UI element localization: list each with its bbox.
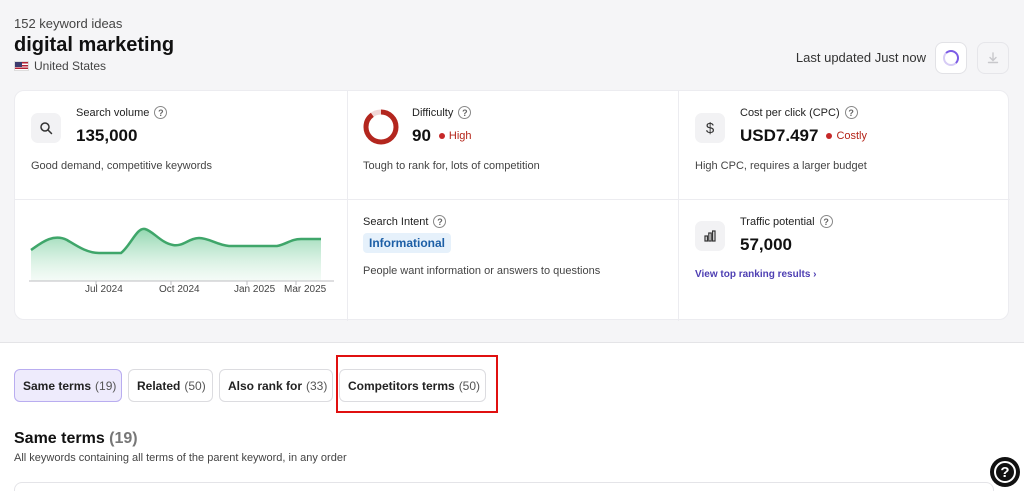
cpc-value: USD7.497 — [740, 126, 819, 145]
loading-spinner-icon — [943, 50, 959, 66]
keyword-ideas-count: 152 keyword ideas — [14, 16, 123, 31]
dollar-icon: $ — [705, 119, 715, 137]
cpc-badge: Costly — [826, 130, 867, 142]
difficulty-value: 90 — [412, 126, 431, 145]
view-top-ranking-link[interactable]: View top ranking results › — [695, 269, 817, 280]
last-updated-text: Last updated Just now — [795, 50, 926, 65]
search-intent-description: People want information or answers to qu… — [363, 265, 601, 277]
difficulty-label-text: Difficulty — [412, 106, 454, 119]
x-tick-label: Jul 2024 — [85, 284, 123, 295]
x-tick-label: Mar 2025 — [284, 284, 327, 295]
country-selector[interactable]: United States — [14, 59, 106, 73]
help-icon[interactable]: ? — [844, 106, 858, 119]
search-icon — [40, 122, 53, 135]
cpc-label-text: Cost per click (CPC) — [740, 106, 840, 119]
download-button[interactable] — [977, 42, 1009, 74]
search-intent-label: Search Intent ? — [363, 215, 447, 228]
divider — [678, 91, 679, 321]
difficulty-value-row: 90 High — [412, 126, 472, 146]
cpc-value-row: USD7.497 Costly — [740, 126, 867, 146]
status-dot-icon — [826, 133, 833, 139]
divider — [15, 199, 1010, 200]
section-title-text: Same terms — [14, 430, 105, 447]
help-icon[interactable]: ? — [458, 106, 472, 119]
trend-area — [31, 228, 321, 281]
difficulty-badge: High — [438, 130, 472, 142]
cpc-description: High CPC, requires a larger budget — [695, 160, 867, 172]
divider — [347, 91, 348, 321]
search-volume-label: Search volume ? — [76, 106, 168, 119]
results-table — [14, 482, 994, 491]
tab-label: Same terms — [23, 378, 92, 393]
bar-chart-icon — [704, 230, 716, 242]
tab-label: Related — [137, 378, 181, 393]
search-volume-description: Good demand, competitive keywords — [31, 160, 212, 172]
cpc-label: Cost per click (CPC) ? — [740, 106, 858, 119]
country-label: United States — [34, 59, 107, 73]
x-tick-label: Oct 2024 — [159, 284, 200, 295]
traffic-icon-box — [695, 221, 725, 251]
difficulty-label: Difficulty ? — [412, 106, 472, 119]
cpc-icon-box: $ — [695, 113, 725, 143]
help-icon[interactable]: ? — [433, 215, 447, 228]
traffic-potential-label: Traffic potential ? — [740, 215, 833, 228]
tab-also-rank-for[interactable]: Also rank for (33) — [219, 369, 333, 402]
help-icon[interactable]: ? — [819, 215, 833, 228]
help-icon[interactable]: ? — [154, 106, 168, 119]
difficulty-gauge — [363, 109, 399, 145]
search-volume-value: 135,000 — [76, 126, 138, 145]
tab-count: (19) — [95, 378, 117, 393]
keyword-overview-panel: 152 keyword ideas digital marketing Unit… — [0, 0, 1024, 343]
us-flag-icon — [14, 61, 29, 71]
traffic-potential-value: 57,000 — [740, 235, 792, 254]
search-intent-label-text: Search Intent — [363, 215, 429, 228]
cpc-badge-text: Costly — [836, 130, 867, 142]
search-volume-icon-box — [31, 113, 61, 143]
difficulty-badge-text: High — [448, 130, 472, 142]
x-tick-label: Jan 2025 — [234, 284, 276, 295]
keyword-title: digital marketing — [14, 34, 175, 56]
refresh-button[interactable] — [935, 42, 967, 74]
traffic-potential-label-text: Traffic potential — [740, 215, 815, 228]
tab-count: (50) — [184, 378, 206, 393]
section-subtitle: All keywords containing all terms of the… — [14, 452, 347, 464]
section-title: Same terms (19) — [14, 430, 138, 448]
help-button[interactable]: ? — [990, 457, 1020, 487]
tab-related[interactable]: Related (50) — [128, 369, 213, 402]
section-count: (19) — [109, 430, 138, 447]
status-dot-icon — [438, 133, 445, 139]
search-volume-label-text: Search volume — [76, 106, 150, 119]
tab-same-terms[interactable]: Same terms (19) — [14, 369, 122, 402]
tab-label: Also rank for — [228, 378, 303, 393]
question-icon: ? — [994, 461, 1016, 483]
difficulty-description: Tough to rank for, lots of competition — [363, 160, 540, 172]
download-icon — [987, 52, 999, 64]
metrics-card: Search volume ? 135,000 Good demand, com… — [14, 90, 1010, 321]
annotation-highlight-box — [336, 355, 498, 413]
intent-badge: Informational — [363, 233, 452, 253]
tab-count: (33) — [306, 378, 328, 393]
